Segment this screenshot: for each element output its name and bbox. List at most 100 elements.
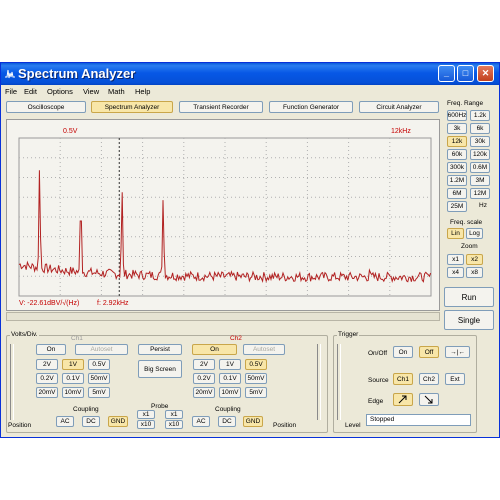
ch2-probe-x1[interactable]: x1 [165,410,183,419]
freq-range-1-2m-button[interactable]: 1.2M [447,175,467,186]
ch1-on-button[interactable]: On [36,344,66,355]
trigger-on-button[interactable]: On [393,346,413,358]
ch2-coupling-dc[interactable]: DC [218,416,236,427]
big-screen-button[interactable]: Big Screen [138,360,182,378]
ch2-volts-5mv-button[interactable]: 5mV [245,387,267,398]
zoom-x2-button[interactable]: x2 [466,254,483,265]
ch2-volts-0-1v-button[interactable]: 0.1V [219,373,241,384]
freq-range-30k-button[interactable]: 30k [470,136,490,147]
ch1-volts-10mv-button[interactable]: 10mV [62,387,84,398]
ch2-position-label: Position [273,422,297,429]
trigger-edge-rising[interactable] [393,393,413,406]
ch2-probe-x10[interactable]: x10 [165,420,183,429]
freq-scale-lin-button[interactable]: Lin [447,228,464,239]
spectrum-plot-canvas [18,137,432,297]
ch2-volts-0-2v-button[interactable]: 0.2V [193,373,215,384]
freq-range-12k-button[interactable]: 12k [447,136,467,147]
menu-options[interactable]: Options [47,87,73,96]
freq-range-120k-button[interactable]: 120k [470,149,490,160]
freq-range-6m-button[interactable]: 6M [447,188,467,199]
ch2-coupling-ac[interactable]: AC [192,416,210,427]
ch2-volts-10mv-button[interactable]: 10mV [219,387,241,398]
ch2-volts-50mv-button[interactable]: 50mV [245,373,267,384]
ch2-autoset-button[interactable]: Autoset [243,344,285,355]
close-button[interactable]: ✕ [477,65,494,82]
menu-math[interactable]: Math [108,87,125,96]
ch1-probe-x10[interactable]: x10 [137,420,155,429]
tab-function-generator[interactable]: Function Generator [269,101,353,113]
ch1-volts-20mv-button[interactable]: 20mV [36,387,58,398]
ch1-label: Ch1 [71,335,83,342]
ch2-coupling-gnd[interactable]: GND [243,416,263,427]
trigger-off-button[interactable]: Off [419,346,439,358]
freq-range-12m-button[interactable]: 12M [470,188,490,199]
freq-range-300k-button[interactable]: 300k [447,162,467,173]
freq-range-60k-button[interactable]: 60k [447,149,467,160]
trigger-source-ch1[interactable]: Ch1 [393,373,413,385]
menu-edit[interactable]: Edit [24,87,37,96]
zoom-x1-button[interactable]: x1 [447,254,464,265]
title-bar[interactable]: Spectrum Analyzer _ □ ✕ [1,63,499,85]
maximize-button[interactable]: □ [457,65,474,82]
ch1-volts-0-1v-button[interactable]: 0.1V [62,373,84,384]
freq-range-1-2k-button[interactable]: 1.2k [470,110,490,121]
persist-button[interactable]: Persist [138,344,182,355]
freq-range-6k-button[interactable]: 6k [470,123,490,134]
zoom-x8-button[interactable]: x8 [466,267,483,278]
ch1-volts-5mv-button[interactable]: 5mV [88,387,110,398]
horizontal-scrollbar[interactable] [6,312,440,321]
ch1-volts-0-5v-button[interactable]: 0.5V [88,359,110,370]
ch1-volts-0-2v-button[interactable]: 0.2V [36,373,58,384]
freq-range-25m-button[interactable]: 25M [447,201,467,212]
tab-transient-recorder[interactable]: Transient Recorder [179,101,263,113]
app-window: Spectrum Analyzer _ □ ✕ File Edit Option… [0,62,500,438]
ch1-coupling-dc[interactable]: DC [82,416,100,427]
freq-range-3m-button[interactable]: 3M [470,175,490,186]
ch1-coupling-ac[interactable]: AC [56,416,74,427]
trigger-level-slider[interactable] [337,344,341,420]
trigger-source-ch2[interactable]: Ch2 [419,373,439,385]
trigger-source-ext[interactable]: Ext [445,373,465,385]
ch2-on-button[interactable]: On [192,344,237,355]
ch2-label: Ch2 [230,335,242,342]
ch1-coupling-label: Coupling [73,406,99,413]
trigger-source-label: Source [368,377,389,384]
tab-spectrum-analyzer[interactable]: Spectrum Analyzer [91,101,173,113]
trigger-edge-label: Edge [368,398,384,405]
ch2-volts-2v-button[interactable]: 2V [193,359,215,370]
ch1-volts-1v-button[interactable]: 1V [62,359,84,370]
falling-edge-icon [424,395,433,404]
menu-view[interactable]: View [83,87,99,96]
freq-range-3k-button[interactable]: 3k [447,123,467,134]
freq-range-0-6m-button[interactable]: 0.6M [470,162,490,173]
arrows-icon: →|← [450,348,465,356]
ch1-probe-x1[interactable]: x1 [137,410,155,419]
ch2-volts-0-5v-button[interactable]: 0.5V [245,359,267,370]
ch1-autoset-button[interactable]: Autoset [75,344,128,355]
ch1-volts-50mv-button[interactable]: 50mV [88,373,110,384]
ch2-position-slider[interactable] [317,344,321,420]
menu-file[interactable]: File [5,87,17,96]
spectrum-plot[interactable]: 0.5V 12kHz V: -22.61dBV/√(Hz) f: 2.92kHz [6,119,440,311]
zoom-x4-button[interactable]: x4 [447,267,464,278]
cursor-voltage-readout: V: -22.61dBV/√(Hz) [19,300,80,307]
menu-help[interactable]: Help [135,87,150,96]
minimize-button[interactable]: _ [438,65,455,82]
freq-scale-title: Freq. scale [450,219,483,226]
trigger-edge-falling[interactable] [419,393,439,406]
tab-circuit-analyzer[interactable]: Circuit Analyzer [359,101,439,113]
ch2-volts-20mv-button[interactable]: 20mV [193,387,215,398]
ch1-coupling-gnd[interactable]: GND [108,416,128,427]
volts-div-title: Volts/Div. [10,331,39,338]
ch1-position-slider[interactable] [10,344,14,420]
freq-range-600hz-button[interactable]: 600Hz [447,110,467,121]
trigger-onoff-label: On/Off [368,350,388,357]
single-button[interactable]: Single [444,310,494,330]
trigger-arrows-button[interactable]: →|← [445,346,470,358]
frequency-span-label: 12kHz [391,128,411,135]
ch2-volts-1v-button[interactable]: 1V [219,359,241,370]
run-button[interactable]: Run [444,287,494,307]
ch1-volts-2v-button[interactable]: 2V [36,359,58,370]
tab-oscilloscope[interactable]: Oscilloscope [6,101,86,113]
freq-scale-log-button[interactable]: Log [466,228,483,239]
